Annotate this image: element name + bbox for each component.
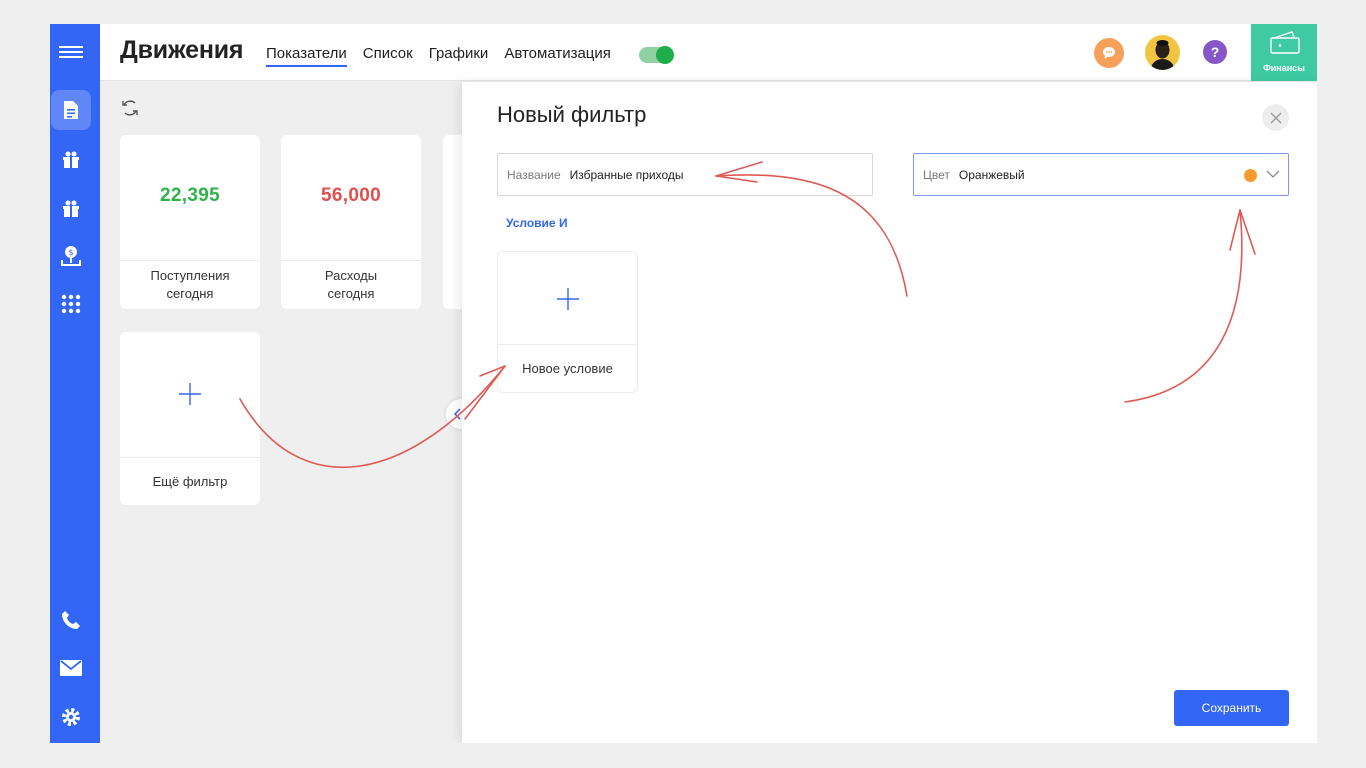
income-today-card[interactable]: 22,395 Поступления сегодня	[120, 135, 260, 309]
filter-name-field[interactable]: Название Избранные приходы	[497, 153, 873, 196]
app-frame: $ Движения Показатели Список Графики Авт…	[50, 24, 1317, 743]
chat-bubble-icon	[1103, 47, 1115, 59]
filter-name-input[interactable]: Избранные приходы	[570, 168, 684, 182]
mail-icon	[60, 660, 82, 676]
toggle-knob	[656, 46, 674, 64]
tab-automation[interactable]: Автоматизация	[504, 45, 611, 67]
new-condition-card[interactable]: Новое условие	[497, 251, 638, 393]
color-select-value: Оранжевый	[958, 167, 1025, 182]
card-caption-line2: сегодня	[166, 286, 214, 301]
user-avatar[interactable]	[1145, 35, 1180, 70]
card-divider	[120, 457, 260, 458]
refresh-button[interactable]	[120, 98, 140, 123]
chat-button[interactable]	[1094, 38, 1124, 68]
field-label: Название	[507, 167, 561, 182]
card-caption-line2: сегодня	[327, 286, 375, 301]
gift-icon	[63, 200, 79, 217]
card-caption: Поступления сегодня	[120, 267, 260, 303]
tab-indicators[interactable]: Показатели	[266, 45, 347, 67]
phone-icon	[62, 611, 80, 629]
sidebar-item-gifts[interactable]	[51, 139, 91, 179]
close-icon	[1270, 112, 1281, 123]
add-filter-card[interactable]: Ещё фильтр	[120, 332, 260, 505]
gift-icon	[63, 151, 79, 168]
help-button[interactable]: ?	[1203, 40, 1227, 64]
sidebar-item-income[interactable]: $	[51, 236, 91, 276]
apps-grid-icon	[61, 294, 81, 314]
card-caption-line1: Поступления	[150, 268, 230, 283]
card-caption-line1: Расходы	[324, 268, 378, 283]
phone-button[interactable]	[51, 600, 91, 640]
card-divider	[281, 260, 421, 261]
chevron-left-icon	[453, 408, 461, 420]
new-condition-label: Новое условие	[522, 361, 613, 376]
condition-and-link[interactable]: Условие И	[506, 216, 568, 230]
card-value: 56,000	[321, 185, 381, 206]
page-title: Движения	[120, 36, 244, 64]
card-caption: Расходы сегодня	[281, 267, 421, 303]
refresh-icon	[122, 100, 138, 116]
money-download-icon: $	[61, 246, 81, 266]
color-swatch	[1244, 169, 1257, 182]
chevron-down-icon[interactable]	[1266, 169, 1280, 179]
finance-module-button[interactable]: Финансы	[1251, 24, 1317, 81]
sidebar-item-gifts-2[interactable]	[51, 188, 91, 228]
gear-icon	[62, 708, 80, 726]
tab-bar: Показатели Список Графики Автоматизация	[266, 45, 611, 67]
modal-title: Новый фильтр	[497, 102, 647, 127]
plus-icon	[179, 383, 201, 405]
save-button[interactable]: Сохранить	[1174, 690, 1289, 726]
tab-charts[interactable]: Графики	[429, 45, 489, 67]
top-header: Движения Показатели Список Графики Автом…	[100, 24, 1317, 81]
new-filter-panel: Новый фильтр Название Избранные приходы …	[462, 82, 1317, 743]
avatar-person-icon	[1150, 40, 1175, 70]
wallet-icon	[1270, 31, 1300, 54]
svg-text:$: $	[68, 248, 73, 257]
automation-toggle[interactable]	[639, 46, 674, 64]
close-button[interactable]	[1262, 104, 1289, 131]
expenses-today-card[interactable]: 56,000 Расходы сегодня	[281, 135, 421, 309]
menu-button[interactable]	[51, 32, 91, 72]
settings-button[interactable]	[51, 697, 91, 737]
sidebar: $	[50, 24, 100, 743]
sidebar-item-documents[interactable]	[51, 90, 91, 130]
tab-list[interactable]: Список	[363, 45, 413, 67]
card-caption: Ещё фильтр	[152, 474, 228, 489]
card-value: 22,395	[160, 185, 220, 206]
finance-label: Финансы	[1263, 63, 1305, 73]
menu-icon	[59, 46, 83, 58]
document-icon	[64, 101, 78, 119]
mail-button[interactable]	[51, 648, 91, 688]
card-divider	[120, 260, 260, 261]
plus-icon	[557, 288, 579, 310]
sidebar-item-apps[interactable]	[51, 284, 91, 324]
field-label: Цвет	[923, 167, 950, 182]
color-select[interactable]: Цвет Оранжевый	[913, 153, 1289, 196]
card-divider	[498, 344, 637, 345]
